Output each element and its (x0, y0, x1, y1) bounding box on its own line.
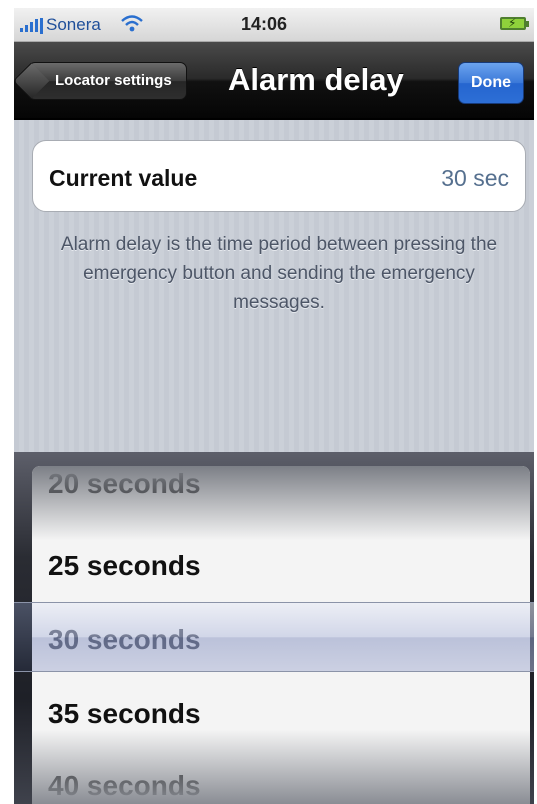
navigation-bar: Locator settings Alarm delay Done (14, 42, 534, 120)
phone-screen: Sonera 14:06 ⚡ Locator settings Alarm de… (14, 8, 534, 804)
picker-option-35[interactable]: 35 seconds (48, 698, 201, 730)
done-button[interactable]: Done (458, 62, 524, 104)
status-bar: Sonera 14:06 ⚡ (14, 8, 534, 42)
selection-bar-cap (14, 603, 32, 671)
settings-content: Current value 30 sec Alarm delay is the … (14, 120, 534, 452)
back-button[interactable]: Locator settings (28, 62, 187, 100)
back-button-label: Locator settings (55, 72, 172, 89)
page-title: Alarm delay (228, 62, 404, 97)
current-value-cell: Current value 30 sec (32, 140, 526, 212)
picker-option-40[interactable]: 40 seconds (48, 770, 201, 802)
picker-option-30[interactable]: 30 seconds (48, 624, 201, 656)
current-value-text: 30 sec (441, 165, 509, 191)
picker-option-25[interactable]: 25 seconds (48, 550, 201, 582)
delay-picker[interactable]: 20 seconds 25 seconds 30 seconds 35 seco… (14, 452, 534, 804)
picker-wheel[interactable]: 20 seconds 25 seconds 30 seconds 35 seco… (32, 466, 530, 804)
description-text: Alarm delay is the time period between p… (60, 234, 498, 313)
status-time: 14:06 (240, 14, 288, 34)
picker-option-20[interactable]: 20 seconds (48, 468, 201, 500)
battery-charging-icon: ⚡ (500, 16, 529, 30)
current-value-label: Current value (49, 165, 198, 191)
